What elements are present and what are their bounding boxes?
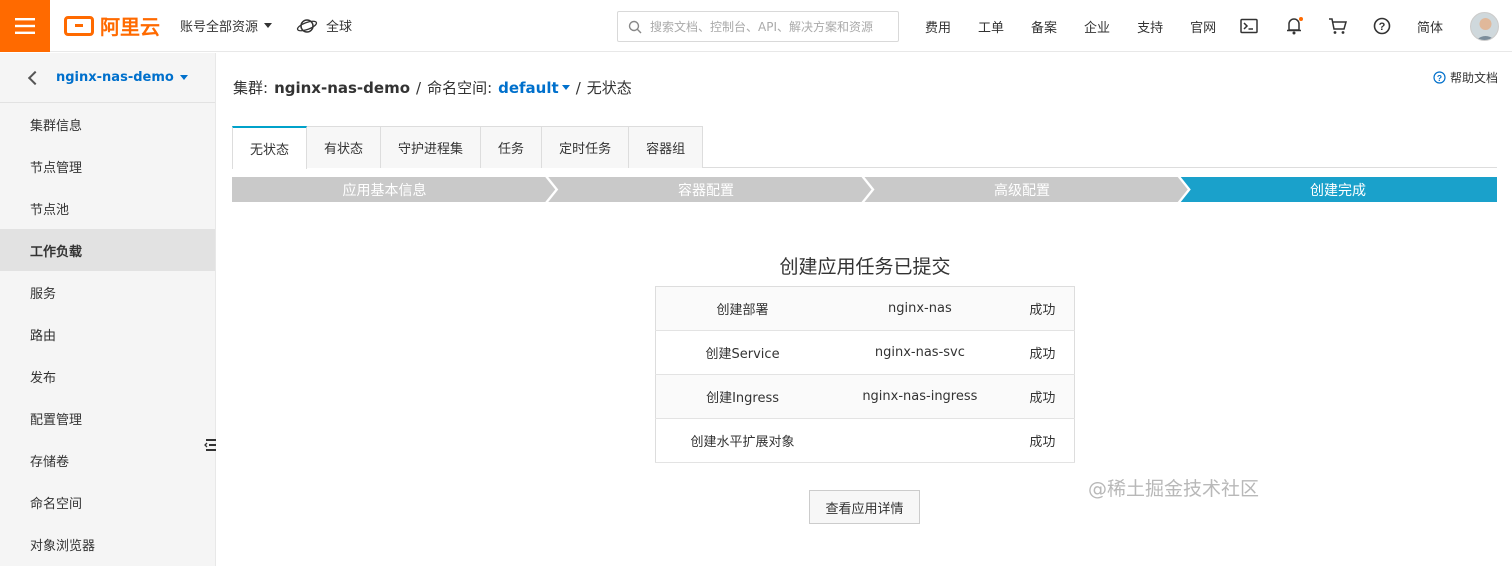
namespace-value: default [498, 78, 559, 97]
aliyun-logo[interactable]: 阿里云 [64, 11, 160, 40]
sidebar: nginx-nas-demo 集群信息 节点管理 节点池 工作负载 服务 路由 … [0, 53, 216, 566]
cluster-name: nginx-nas-demo [56, 70, 174, 85]
tab-jobs[interactable]: 任务 [481, 126, 543, 168]
logo-mark [64, 15, 94, 36]
bell-icon[interactable] [1284, 16, 1304, 36]
sidebar-item-volumes[interactable]: 存储卷 [0, 439, 215, 481]
table-row: 创建Service nginx-nas-svc 成功 [655, 331, 1075, 375]
account-scope-dropdown[interactable]: 账号全部资源 [180, 16, 273, 35]
breadcrumb-cluster-label: 集群: [233, 79, 269, 97]
collapse-sidebar-icon[interactable] [204, 438, 216, 452]
view-app-details-button[interactable]: 查看应用详情 [809, 490, 920, 524]
workload-tabs: 无状态 有状态 守护进程集 任务 定时任务 容器组 [232, 126, 1497, 169]
search-input[interactable] [650, 19, 890, 34]
wizard-steps: 应用基本信息 容器配置 高级配置 创建完成 [232, 177, 1497, 202]
nav-support[interactable]: 支持 [1137, 17, 1163, 36]
row-action: 创建Service [705, 347, 780, 362]
row-resource-name: nginx-nas-ingress [862, 389, 978, 404]
result-title: 创建应用任务已提交 [779, 256, 951, 278]
menu-icon[interactable] [0, 0, 50, 52]
step-basic-info: 应用基本信息 [342, 182, 427, 199]
step-container-config: 容器配置 [678, 182, 734, 199]
sidebar-item-workloads[interactable]: 工作负载 [0, 229, 215, 271]
question-icon: ? [1433, 71, 1446, 84]
user-avatar[interactable] [1470, 12, 1499, 41]
cart-icon[interactable] [1328, 16, 1348, 36]
row-action: 创建水平扩展对象 [690, 435, 795, 450]
step-advanced-config: 高级配置 [994, 182, 1050, 199]
top-nav: 费用 工单 备案 企业 支持 官网 [925, 0, 1243, 52]
sidebar-item-routes[interactable]: 路由 [0, 313, 215, 355]
search-box[interactable] [617, 11, 899, 42]
help-circle-icon[interactable]: ? [1372, 16, 1392, 36]
row-resource-name: nginx-nas-svc [874, 345, 965, 360]
top-bar: 阿里云 账号全部资源 全球 费用 工单 备案 企业 支持 官网 ? 简 [0, 0, 1512, 52]
help-docs-link[interactable]: ? 帮助文档 [1433, 69, 1498, 86]
row-status: 成功 [1029, 303, 1056, 318]
row-status: 成功 [1029, 435, 1056, 450]
row-resource-name: nginx-nas [888, 301, 952, 316]
tab-statefulsets[interactable]: 有状态 [307, 126, 382, 168]
sidebar-item-namespaces[interactable]: 命名空间 [0, 481, 215, 523]
chevron-down-icon [264, 23, 273, 28]
region-selector[interactable]: 全球 [296, 16, 352, 35]
sidebar-item-services[interactable]: 服务 [0, 271, 215, 313]
tab-daemonsets[interactable]: 守护进程集 [381, 126, 482, 168]
row-status: 成功 [1029, 391, 1056, 406]
nav-enterprise[interactable]: 企业 [1084, 17, 1110, 36]
breadcrumb: 集群: nginx-nas-demo / 命名空间: default / 无状态 [233, 77, 632, 98]
table-row: 创建水平扩展对象 成功 [655, 419, 1075, 463]
row-status: 成功 [1029, 347, 1056, 362]
sidebar-item-nodes[interactable]: 节点管理 [0, 145, 215, 187]
breadcrumb-namespace-label: 命名空间: [427, 79, 493, 97]
breadcrumb-separator: / [575, 78, 581, 97]
sidebar-item-cluster-info[interactable]: 集群信息 [0, 103, 215, 145]
back-arrow-icon[interactable] [27, 70, 43, 85]
nav-official-site[interactable]: 官网 [1190, 17, 1216, 36]
row-resource-name [829, 419, 1011, 463]
sidebar-item-release[interactable]: 发布 [0, 355, 215, 397]
nav-icp[interactable]: 备案 [1031, 17, 1057, 36]
main-content: 集群: nginx-nas-demo / 命名空间: default / 无状态… [217, 53, 1512, 566]
account-scope-label: 账号全部资源 [180, 20, 259, 35]
table-row: 创建部署 nginx-nas 成功 [655, 286, 1075, 331]
cluster-header: nginx-nas-demo [0, 53, 215, 103]
breadcrumb-separator: / [416, 78, 422, 97]
search-icon [628, 20, 642, 33]
chevron-down-icon [561, 85, 570, 90]
table-row: 创建Ingress nginx-nas-ingress 成功 [655, 374, 1075, 419]
chevron-down-icon [179, 75, 188, 80]
cluster-switcher[interactable]: nginx-nas-demo [56, 70, 188, 85]
sidebar-item-object-browser[interactable]: 对象浏览器 [0, 523, 215, 565]
nav-fees[interactable]: 费用 [925, 17, 951, 36]
terminal-icon[interactable] [1239, 16, 1259, 36]
svg-text:?: ? [1437, 73, 1442, 83]
nav-tickets[interactable]: 工单 [978, 17, 1004, 36]
breadcrumb-cluster-name: nginx-nas-demo [274, 78, 410, 97]
row-action: 创建部署 [716, 303, 769, 318]
tab-cronjobs[interactable]: 定时任务 [542, 126, 630, 168]
tab-deployments[interactable]: 无状态 [232, 126, 308, 169]
help-docs-label: 帮助文档 [1449, 71, 1498, 85]
namespace-dropdown[interactable]: default [498, 79, 570, 97]
brand-name: 阿里云 [100, 15, 160, 39]
globe-icon [296, 18, 318, 33]
row-action: 创建Ingress [706, 391, 780, 406]
step-complete: 创建完成 [1310, 182, 1366, 199]
watermark: @稀土掘金技术社区 [1088, 478, 1260, 500]
svg-text:?: ? [1379, 21, 1386, 33]
sidebar-item-config[interactable]: 配置管理 [0, 397, 215, 439]
tab-pods[interactable]: 容器组 [629, 126, 704, 168]
result-table: 创建部署 nginx-nas 成功 创建Service nginx-nas-sv… [655, 286, 1075, 463]
region-label: 全球 [326, 20, 353, 35]
sidebar-item-node-pools[interactable]: 节点池 [0, 187, 215, 229]
breadcrumb-current: 无状态 [586, 79, 632, 97]
language-switch[interactable]: 简体 [1417, 17, 1443, 36]
